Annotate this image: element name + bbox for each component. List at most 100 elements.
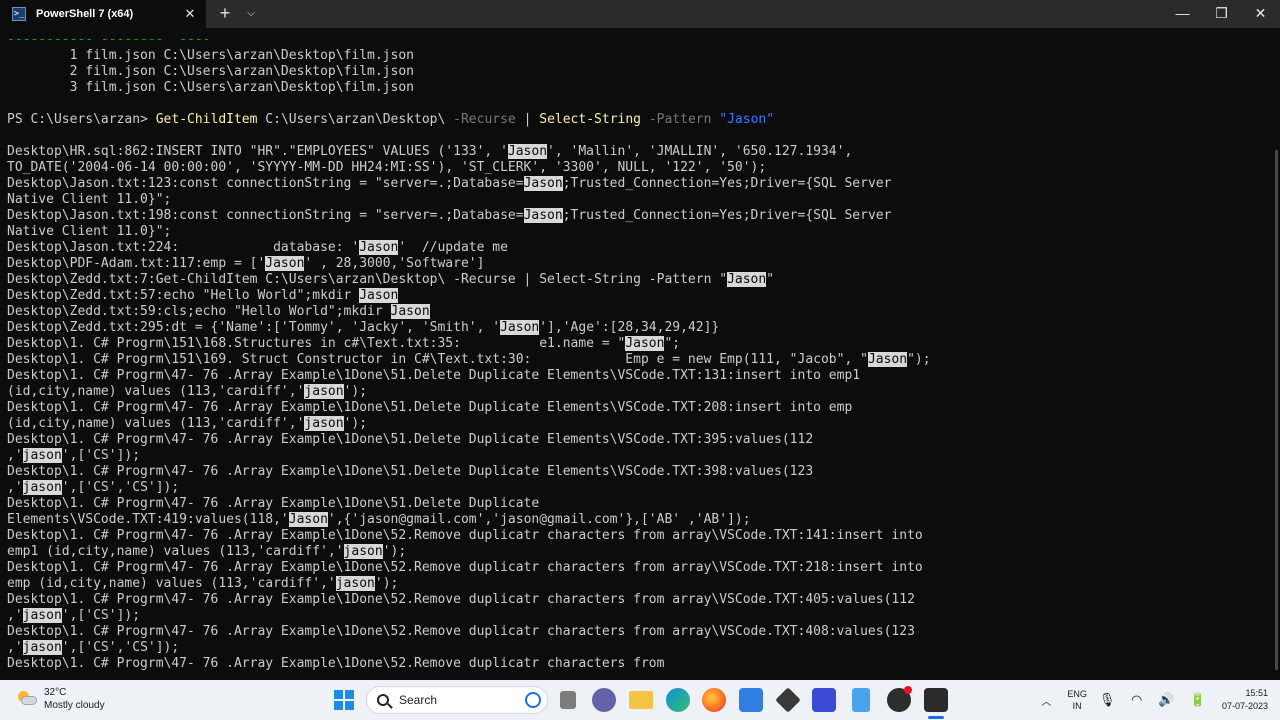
terminal-text: Desktop\Zedd.txt:295:dt = {'Name':['Tomm… <box>7 320 501 335</box>
new-tab-button[interactable]: + <box>212 0 238 28</box>
taskbar-search-box[interactable]: Search <box>366 686 548 714</box>
bing-icon <box>525 692 541 708</box>
search-label: Search <box>399 693 438 707</box>
powershell-icon: >_ <box>12 7 26 21</box>
tab-title: PowerShell 7 (x64) <box>36 8 134 20</box>
terminal-line: Desktop\Zedd.txt:295:dt = {'Name':['Tomm… <box>7 320 1272 336</box>
terminal-line: Desktop\1. C# Progrm\47- 76 .Array Examp… <box>7 528 1272 544</box>
terminal-text: Desktop\Zedd.txt:7:Get-ChildItem C:\User… <box>7 272 728 287</box>
terminal-text: -Recurse <box>453 112 516 127</box>
terminal-line: Desktop\1. C# Progrm\151\169. Struct Con… <box>7 352 1272 368</box>
terminal-line: (id,city,name) values (113,'cardiff','ja… <box>7 416 1272 432</box>
code-editor-icon[interactable] <box>775 687 801 713</box>
tab-powershell[interactable]: >_ PowerShell 7 (x64) ✕ <box>0 0 206 28</box>
terminal-line: 3 film.json C:\Users\arzan\Desktop\film.… <box>7 80 1272 96</box>
terminal-line: emp1 (id,city,name) values (113,'cardiff… <box>7 544 1272 560</box>
microsoft-store-icon[interactable] <box>739 688 763 712</box>
terminal-scrollbar[interactable] <box>1275 150 1278 670</box>
match-highlight: jason <box>304 416 344 431</box>
terminal-text: ',['CS','CS']); <box>61 480 180 495</box>
start-windows-icon[interactable] <box>334 690 354 710</box>
match-highlight: Jason <box>500 320 540 335</box>
file-explorer-icon[interactable] <box>629 691 653 709</box>
terminal-text: Desktop\Zedd.txt:59:cls;echo "Hello Worl… <box>7 304 391 319</box>
terminal-line: Desktop\Jason.txt:224: database: 'Jason'… <box>7 240 1272 256</box>
terminal-line: Elements\VSCode.TXT:419:values(118,'Jaso… <box>7 512 1272 528</box>
active-app-indicator <box>928 716 944 719</box>
close-window-button[interactable]: ✕ <box>1241 0 1280 28</box>
terminal-line: ,'jason',['CS']); <box>7 448 1272 464</box>
terminal-line: Desktop\1. C# Progrm\151\168.Structures … <box>7 336 1272 352</box>
teams-chat-icon[interactable] <box>592 688 616 712</box>
minimize-button[interactable]: — <box>1163 0 1202 28</box>
wifi-volume-battery-icon[interactable]: 🎙 ◠ 🔊 🔋 <box>1099 692 1212 708</box>
title-bar: >_ PowerShell 7 (x64) ✕ + ⌵ — ❐ ✕ <box>0 0 1280 28</box>
terminal-line: Desktop\1. C# Progrm\47- 76 .Array Examp… <box>7 560 1272 576</box>
notepad-icon[interactable] <box>852 688 870 712</box>
match-highlight: Jason <box>867 352 908 367</box>
match-highlight: Jason <box>727 272 767 287</box>
terminal-text: TO_DATE('2004-06-14 00:00:00', 'SYYYY-MM… <box>7 160 767 175</box>
terminal-line: Desktop\Zedd.txt:57:echo "Hello World";m… <box>7 288 1272 304</box>
terminal-text: PS C:\Users\arzan> <box>7 112 156 127</box>
terminal-text: Desktop\Zedd.txt:57:echo "Hello World";m… <box>7 288 360 303</box>
chevron-down-icon[interactable]: ⌵ <box>238 0 264 28</box>
match-highlight: Jason <box>359 288 399 303</box>
terminal-line: Desktop\1. C# Progrm\47- 76 .Array Examp… <box>7 496 1272 512</box>
clock[interactable]: 15:51 07-07-2023 <box>1222 687 1268 713</box>
edge-browser-icon[interactable] <box>666 688 690 712</box>
terminal-text: Desktop\Jason.txt:198:const connectionSt… <box>7 208 524 223</box>
terminal-output[interactable]: ----------- -------- ---- 1 film.json C:… <box>0 28 1272 680</box>
terminal-line: Desktop\1. C# Progrm\47- 76 .Array Examp… <box>7 624 1272 640</box>
match-highlight: Jason <box>625 336 665 351</box>
terminal-text: ', 'Mallin', 'JMALLIN', '650.127.1934', <box>547 144 853 159</box>
visual-studio-icon[interactable] <box>812 688 836 712</box>
terminal-text: Elements\VSCode.TXT:419:values(118,' <box>7 512 289 527</box>
terminal-line: TO_DATE('2004-06-14 00:00:00', 'SYYYY-MM… <box>7 160 1272 176</box>
terminal-text: ,' <box>7 480 23 495</box>
terminal-line: Desktop\Zedd.txt:59:cls;echo "Hello Worl… <box>7 304 1272 320</box>
terminal-text: Desktop\1. C# Progrm\47- 76 .Array Examp… <box>7 400 853 415</box>
terminal-text: Desktop\1. C# Progrm\151\168.Structures … <box>7 336 626 351</box>
show-hidden-icons-icon[interactable]: ︿ <box>1041 693 1051 708</box>
terminal-line: ,'jason',['CS']); <box>7 608 1272 624</box>
language-indicator[interactable]: ENG IN <box>1067 688 1087 712</box>
terminal-line: Desktop\1. C# Progrm\47- 76 .Array Examp… <box>7 400 1272 416</box>
taskbar: 32°C Mostly cloudy Search ︿ ENG IN 🎙 ◠ 🔊… <box>0 680 1280 720</box>
firefox-icon[interactable] <box>702 688 726 712</box>
match-highlight: Jason <box>523 176 563 191</box>
terminal-line: Desktop\1. C# Progrm\47- 76 .Array Examp… <box>7 368 1272 384</box>
terminal-text: ;Trusted_Connection=Yes;Driver={SQL Serv… <box>562 176 892 191</box>
terminal-text: (id,city,name) values (113,'cardiff',' <box>7 384 305 399</box>
match-highlight: Jason <box>523 208 563 223</box>
terminal-text: Desktop\HR.sql:862:INSERT INTO "HR"."EMP… <box>7 144 508 159</box>
terminal-line: ----------- -------- ---- <box>7 32 1272 48</box>
terminal-line: Desktop\Zedd.txt:7:Get-ChildItem C:\User… <box>7 272 1272 288</box>
terminal-text: ,' <box>7 608 23 623</box>
terminal-text: '],'Age':[28,34,29,42]} <box>539 320 720 335</box>
close-tab-icon[interactable]: ✕ <box>182 6 198 22</box>
terminal-line: Desktop\1. C# Progrm\47- 76 .Array Examp… <box>7 656 1272 672</box>
terminal-line: emp (id,city,name) values (113,'cardiff'… <box>7 576 1272 592</box>
terminal-line: ,'jason',['CS','CS']); <box>7 640 1272 656</box>
terminal-line: ,'jason',['CS','CS']); <box>7 480 1272 496</box>
match-highlight: jason <box>22 608 62 623</box>
terminal-text: -Pattern <box>648 112 712 127</box>
terminal-line: Native Client 11.0}"; <box>7 224 1272 240</box>
weather-widget[interactable]: 32°C Mostly cloudy <box>16 686 105 712</box>
terminal-text: Desktop\1. C# Progrm\47- 76 .Array Examp… <box>7 496 540 511</box>
match-highlight: Jason <box>359 240 399 255</box>
search-icon <box>377 694 389 706</box>
maximize-button[interactable]: ❐ <box>1202 0 1241 28</box>
terminal-app-icon[interactable] <box>924 688 948 712</box>
clock-date: 07-07-2023 <box>1221 701 1268 711</box>
language-region: IN <box>1072 701 1082 711</box>
terminal-text: ',['CS','CS']); <box>61 640 180 655</box>
terminal-text: ',['CS']); <box>61 608 141 623</box>
recording-indicator-icon <box>904 686 912 694</box>
task-view-icon[interactable] <box>560 691 576 709</box>
match-highlight: Jason <box>265 256 305 271</box>
